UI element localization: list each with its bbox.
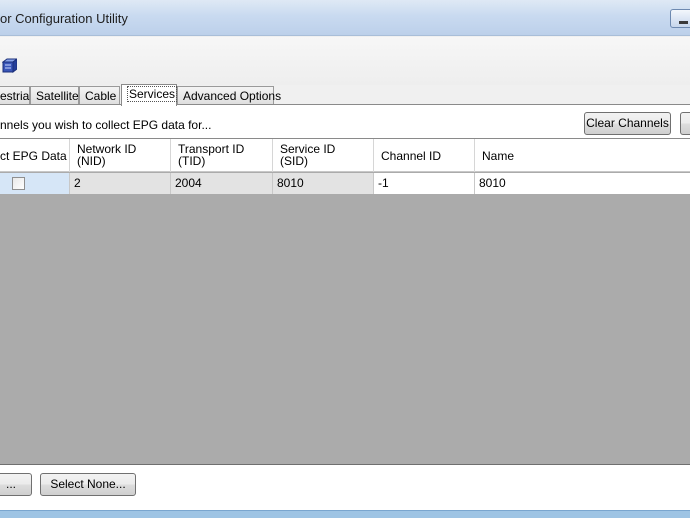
partial-button[interactable] xyxy=(680,112,690,135)
tid-cell: 2004 xyxy=(171,173,273,194)
channel-id-cell[interactable]: -1 xyxy=(374,173,475,194)
configuration-window: or Configuration Utility estrial Satelli… xyxy=(0,0,690,518)
services-grid: ct EPG Data Network ID (NID) Transport I… xyxy=(0,138,690,465)
column-header-name[interactable]: Name xyxy=(475,139,690,172)
tab-advanced-options[interactable]: Advanced Options xyxy=(177,86,281,106)
collect-epg-checkbox[interactable] xyxy=(12,177,25,190)
tab-satellite[interactable]: Satellite xyxy=(30,86,79,106)
sid-cell: 8010 xyxy=(273,173,374,194)
clear-channels-button[interactable]: Clear Channels xyxy=(584,112,671,135)
select-all-button[interactable]: ... xyxy=(0,473,32,496)
tab-terrestrial-label: estrial xyxy=(0,89,33,103)
tab-services[interactable]: Services xyxy=(121,84,178,106)
services-panel: nnels you wish to collect EPG data for..… xyxy=(0,104,690,510)
minimize-icon xyxy=(679,21,688,24)
toolbar xyxy=(0,37,690,85)
tab-cable[interactable]: Cable xyxy=(79,86,120,106)
column-header-collect-epg-label: ct EPG Data xyxy=(0,149,67,163)
select-none-button[interactable]: Select None... xyxy=(40,473,136,496)
tab-advanced-options-label: Advanced Options xyxy=(183,89,282,103)
table-row[interactable]: 2 2004 8010 -1 8010 xyxy=(0,173,690,194)
name-cell[interactable]: 8010 xyxy=(475,173,690,194)
column-header-network-id[interactable]: Network ID (NID) xyxy=(70,139,171,172)
column-header-network-id-line2: (NID) xyxy=(77,154,106,168)
column-header-transport-id-line2: (TID) xyxy=(178,154,206,168)
collect-epg-cell[interactable] xyxy=(0,173,70,194)
column-header-channel-id[interactable]: Channel ID xyxy=(374,139,475,172)
tab-cable-label: Cable xyxy=(85,89,117,103)
minimize-button[interactable] xyxy=(670,9,690,28)
column-header-channel-id-label: Channel ID xyxy=(381,149,442,163)
grid-header: ct EPG Data Network ID (NID) Transport I… xyxy=(0,139,690,172)
title-bar[interactable]: or Configuration Utility xyxy=(0,0,690,36)
window-title: or Configuration Utility xyxy=(0,11,128,26)
column-header-name-label: Name xyxy=(482,149,515,163)
column-header-transport-id[interactable]: Transport ID (TID) xyxy=(171,139,273,172)
instruction-text: nnels you wish to collect EPG data for..… xyxy=(0,118,212,132)
tab-satellite-label: Satellite xyxy=(36,89,79,103)
nid-cell: 2 xyxy=(70,173,171,194)
column-header-collect-epg[interactable]: ct EPG Data xyxy=(0,139,70,172)
column-header-service-id-line2: (SID) xyxy=(280,154,308,168)
window-bottom-border xyxy=(0,510,690,518)
tab-strip: estrial Satellite Cable Services Advance… xyxy=(0,84,690,106)
tab-terrestrial[interactable]: estrial xyxy=(0,86,33,106)
column-header-service-id[interactable]: Service ID (SID) xyxy=(273,139,374,172)
database-icon[interactable] xyxy=(2,58,17,73)
tab-services-label: Services xyxy=(127,86,178,102)
